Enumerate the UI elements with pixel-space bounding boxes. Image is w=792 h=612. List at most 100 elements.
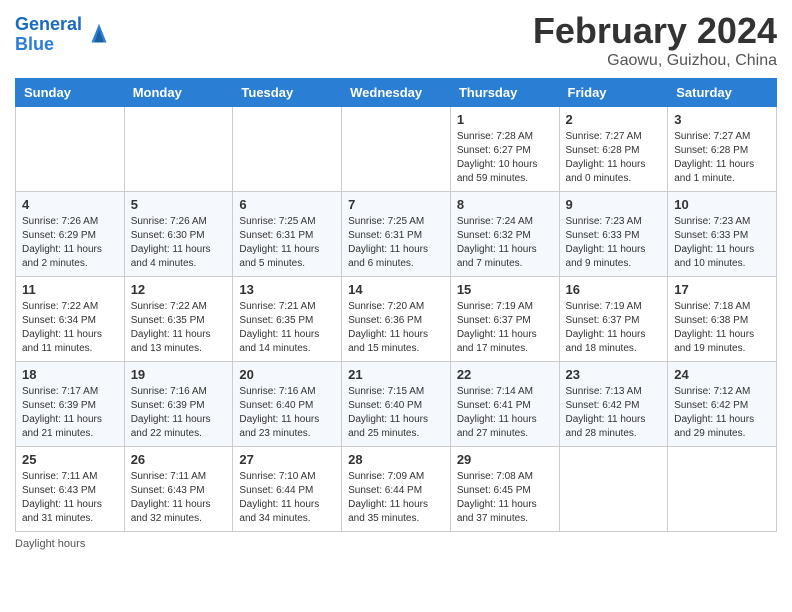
day-header-tuesday: Tuesday [233, 79, 342, 107]
calendar-table: SundayMondayTuesdayWednesdayThursdayFrid… [15, 78, 777, 532]
day-header-monday: Monday [124, 79, 233, 107]
day-number: 28 [348, 452, 444, 467]
day-number: 27 [239, 452, 335, 467]
day-info: Sunrise: 7:24 AM Sunset: 6:32 PM Dayligh… [457, 215, 553, 271]
day-info: Sunrise: 7:12 AM Sunset: 6:42 PM Dayligh… [674, 385, 770, 441]
day-info: Sunrise: 7:09 AM Sunset: 6:44 PM Dayligh… [348, 470, 444, 526]
day-info: Sunrise: 7:26 AM Sunset: 6:29 PM Dayligh… [22, 215, 118, 271]
day-header-thursday: Thursday [450, 79, 559, 107]
calendar-cell: 19 Sunrise: 7:16 AM Sunset: 6:39 PM Dayli… [124, 362, 233, 447]
day-number: 22 [457, 367, 553, 382]
day-number: 25 [22, 452, 118, 467]
day-info: Sunrise: 7:25 AM Sunset: 6:31 PM Dayligh… [348, 215, 444, 271]
day-info: Sunrise: 7:28 AM Sunset: 6:27 PM Dayligh… [457, 130, 553, 186]
day-info: Sunrise: 7:17 AM Sunset: 6:39 PM Dayligh… [22, 385, 118, 441]
day-info: Sunrise: 7:23 AM Sunset: 6:33 PM Dayligh… [566, 215, 662, 271]
day-info: Sunrise: 7:20 AM Sunset: 6:36 PM Dayligh… [348, 300, 444, 356]
calendar-cell: 25 Sunrise: 7:11 AM Sunset: 6:43 PM Dayli… [16, 447, 125, 532]
logo-text: General [15, 15, 82, 35]
day-number: 15 [457, 282, 553, 297]
day-header-friday: Friday [559, 79, 668, 107]
day-info: Sunrise: 7:26 AM Sunset: 6:30 PM Dayligh… [131, 215, 227, 271]
day-number: 29 [457, 452, 553, 467]
month-title: February 2024 [533, 10, 777, 52]
day-number: 17 [674, 282, 770, 297]
calendar-cell: 10 Sunrise: 7:23 AM Sunset: 6:33 PM Dayli… [668, 192, 777, 277]
calendar-cell: 17 Sunrise: 7:18 AM Sunset: 6:38 PM Dayli… [668, 277, 777, 362]
calendar-cell: 9 Sunrise: 7:23 AM Sunset: 6:33 PM Daylig… [559, 192, 668, 277]
calendar-cell: 26 Sunrise: 7:11 AM Sunset: 6:43 PM Dayli… [124, 447, 233, 532]
calendar-cell: 4 Sunrise: 7:26 AM Sunset: 6:29 PM Daylig… [16, 192, 125, 277]
calendar-cell: 12Sunrise: 7:22 AM Sunset: 6:35 PM Dayli… [124, 277, 233, 362]
day-number: 4 [22, 197, 118, 212]
day-info: Sunrise: 7:11 AM Sunset: 6:43 PM Dayligh… [22, 470, 118, 526]
calendar-week-row: 18Sunrise: 7:17 AM Sunset: 6:39 PM Dayli… [16, 362, 777, 447]
logo-text-blue: Blue [15, 35, 82, 55]
day-number: 8 [457, 197, 553, 212]
calendar-cell: 22 Sunrise: 7:14 AM Sunset: 6:41 PM Dayli… [450, 362, 559, 447]
day-info: Sunrise: 7:19 AM Sunset: 6:37 PM Dayligh… [566, 300, 662, 356]
day-info: Sunrise: 7:13 AM Sunset: 6:42 PM Dayligh… [566, 385, 662, 441]
calendar-cell: 1Sunrise: 7:28 AM Sunset: 6:27 PM Daylig… [450, 107, 559, 192]
calendar-week-row: 1Sunrise: 7:28 AM Sunset: 6:27 PM Daylig… [16, 107, 777, 192]
day-number: 26 [131, 452, 227, 467]
calendar-week-row: 25 Sunrise: 7:11 AM Sunset: 6:43 PM Dayli… [16, 447, 777, 532]
day-info: Sunrise: 7:18 AM Sunset: 6:38 PM Dayligh… [674, 300, 770, 356]
calendar-cell: 29 Sunrise: 7:08 AM Sunset: 6:45 PM Dayli… [450, 447, 559, 532]
day-info: Sunrise: 7:11 AM Sunset: 6:43 PM Dayligh… [131, 470, 227, 526]
calendar-cell: 21Sunrise: 7:15 AM Sunset: 6:40 PM Dayli… [342, 362, 451, 447]
calendar-cell [668, 447, 777, 532]
day-info: Sunrise: 7:08 AM Sunset: 6:45 PM Dayligh… [457, 470, 553, 526]
day-info: Sunrise: 7:21 AM Sunset: 6:35 PM Dayligh… [239, 300, 335, 356]
day-number: 3 [674, 112, 770, 127]
day-number: 16 [566, 282, 662, 297]
calendar-cell: 5 Sunrise: 7:26 AM Sunset: 6:30 PM Daylig… [124, 192, 233, 277]
calendar-week-row: 4 Sunrise: 7:26 AM Sunset: 6:29 PM Daylig… [16, 192, 777, 277]
day-number: 10 [674, 197, 770, 212]
calendar-cell: 7 Sunrise: 7:25 AM Sunset: 6:31 PM Daylig… [342, 192, 451, 277]
calendar-cell: 28 Sunrise: 7:09 AM Sunset: 6:44 PM Dayli… [342, 447, 451, 532]
calendar-cell: 2Sunrise: 7:27 AM Sunset: 6:28 PM Daylig… [559, 107, 668, 192]
calendar-cell [124, 107, 233, 192]
day-number: 7 [348, 197, 444, 212]
calendar-cell: 23 Sunrise: 7:13 AM Sunset: 6:42 PM Dayli… [559, 362, 668, 447]
calendar-cell: 8 Sunrise: 7:24 AM Sunset: 6:32 PM Daylig… [450, 192, 559, 277]
calendar-cell: 11Sunrise: 7:22 AM Sunset: 6:34 PM Dayli… [16, 277, 125, 362]
calendar-header-row: SundayMondayTuesdayWednesdayThursdayFrid… [16, 79, 777, 107]
calendar-cell: 13 Sunrise: 7:21 AM Sunset: 6:35 PM Dayli… [233, 277, 342, 362]
day-number: 9 [566, 197, 662, 212]
logo-icon [84, 20, 114, 50]
title-block: February 2024 Gaowu, Guizhou, China [533, 10, 777, 70]
calendar-cell [16, 107, 125, 192]
calendar-cell: 20 Sunrise: 7:16 AM Sunset: 6:40 PM Dayli… [233, 362, 342, 447]
page-header: General Blue February 2024 Gaowu, Guizho… [15, 10, 777, 70]
day-number: 5 [131, 197, 227, 212]
calendar-week-row: 11Sunrise: 7:22 AM Sunset: 6:34 PM Dayli… [16, 277, 777, 362]
day-number: 13 [239, 282, 335, 297]
day-header-wednesday: Wednesday [342, 79, 451, 107]
calendar-cell: 16 Sunrise: 7:19 AM Sunset: 6:37 PM Dayli… [559, 277, 668, 362]
calendar-cell: 18Sunrise: 7:17 AM Sunset: 6:39 PM Dayli… [16, 362, 125, 447]
day-info: Sunrise: 7:25 AM Sunset: 6:31 PM Dayligh… [239, 215, 335, 271]
calendar-cell [559, 447, 668, 532]
day-number: 14 [348, 282, 444, 297]
day-number: 19 [131, 367, 227, 382]
day-number: 20 [239, 367, 335, 382]
calendar-cell: 24Sunrise: 7:12 AM Sunset: 6:42 PM Dayli… [668, 362, 777, 447]
calendar-cell: 15 Sunrise: 7:19 AM Sunset: 6:37 PM Dayli… [450, 277, 559, 362]
day-info: Sunrise: 7:15 AM Sunset: 6:40 PM Dayligh… [348, 385, 444, 441]
day-info: Sunrise: 7:27 AM Sunset: 6:28 PM Dayligh… [674, 130, 770, 186]
day-number: 12 [131, 282, 227, 297]
day-number: 23 [566, 367, 662, 382]
day-header-saturday: Saturday [668, 79, 777, 107]
day-header-sunday: Sunday [16, 79, 125, 107]
day-info: Sunrise: 7:16 AM Sunset: 6:39 PM Dayligh… [131, 385, 227, 441]
day-info: Sunrise: 7:14 AM Sunset: 6:41 PM Dayligh… [457, 385, 553, 441]
day-info: Sunrise: 7:19 AM Sunset: 6:37 PM Dayligh… [457, 300, 553, 356]
calendar-cell: 3 Sunrise: 7:27 AM Sunset: 6:28 PM Daylig… [668, 107, 777, 192]
day-info: Sunrise: 7:23 AM Sunset: 6:33 PM Dayligh… [674, 215, 770, 271]
day-number: 11 [22, 282, 118, 297]
location-title: Gaowu, Guizhou, China [533, 52, 777, 70]
logo: General Blue [15, 15, 114, 55]
day-info: Sunrise: 7:16 AM Sunset: 6:40 PM Dayligh… [239, 385, 335, 441]
